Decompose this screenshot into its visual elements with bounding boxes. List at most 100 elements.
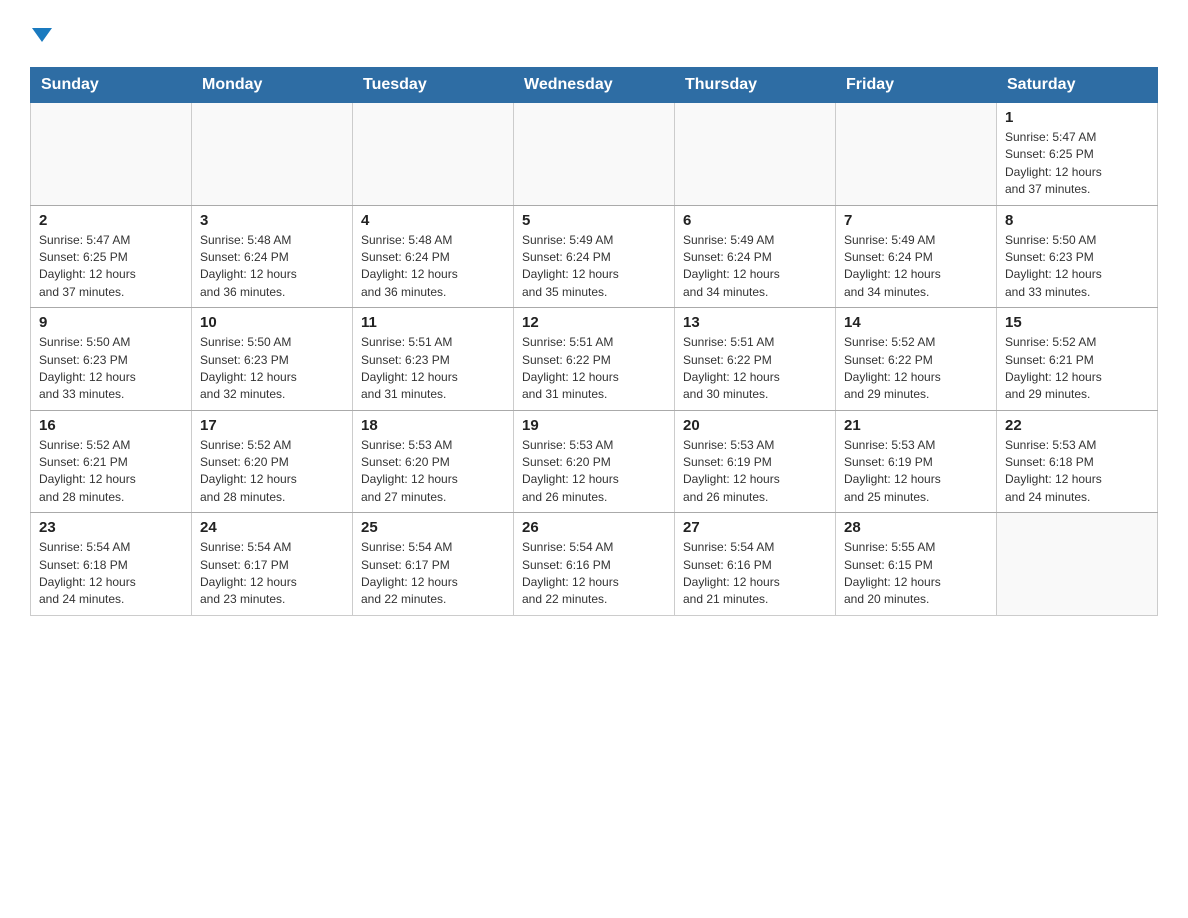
calendar-cell: 9 Sunrise: 5:50 AM Sunset: 6:23 PM Daylig… <box>31 308 192 411</box>
calendar-cell: 4 Sunrise: 5:48 AM Sunset: 6:24 PM Daylig… <box>353 205 514 308</box>
calendar-cell <box>675 103 836 206</box>
calendar-week-1: 1Sunrise: 5:47 AM Sunset: 6:25 PM Daylig… <box>31 103 1158 206</box>
day-info: Sunrise: 5:53 AM Sunset: 6:18 PM Dayligh… <box>1005 437 1149 507</box>
day-number: 17 <box>200 417 344 434</box>
calendar-cell: 20Sunrise: 5:53 AM Sunset: 6:19 PM Dayli… <box>675 410 836 513</box>
day-number: 21 <box>844 417 988 434</box>
day-info: Sunrise: 5:49 AM Sunset: 6:24 PM Dayligh… <box>844 232 988 302</box>
weekday-header-row: SundayMondayTuesdayWednesdayThursdayFrid… <box>31 68 1158 103</box>
day-number: 4 <box>361 212 505 229</box>
calendar-cell <box>514 103 675 206</box>
calendar-week-4: 16 Sunrise: 5:52 AM Sunset: 6:21 PM Dayli… <box>31 410 1158 513</box>
day-number: 25 <box>361 519 505 536</box>
day-info: Sunrise: 5:53 AM Sunset: 6:20 PM Dayligh… <box>522 437 666 507</box>
calendar-cell: 13 Sunrise: 5:51 AM Sunset: 6:22 PM Dayli… <box>675 308 836 411</box>
calendar-cell: 24 Sunrise: 5:54 AM Sunset: 6:17 PM Dayli… <box>192 513 353 616</box>
day-info: Sunrise: 5:54 AM Sunset: 6:16 PM Dayligh… <box>683 539 827 609</box>
day-number: 27 <box>683 519 827 536</box>
day-number: 20 <box>683 417 827 434</box>
calendar-cell: 14 Sunrise: 5:52 AM Sunset: 6:22 PM Dayli… <box>836 308 997 411</box>
calendar-cell <box>353 103 514 206</box>
day-info: Sunrise: 5:52 AM Sunset: 6:21 PM Dayligh… <box>39 437 183 507</box>
calendar-week-3: 9 Sunrise: 5:50 AM Sunset: 6:23 PM Daylig… <box>31 308 1158 411</box>
calendar-cell: 12Sunrise: 5:51 AM Sunset: 6:22 PM Dayli… <box>514 308 675 411</box>
day-info: Sunrise: 5:54 AM Sunset: 6:17 PM Dayligh… <box>200 539 344 609</box>
calendar-week-5: 23Sunrise: 5:54 AM Sunset: 6:18 PM Dayli… <box>31 513 1158 616</box>
calendar-cell: 6 Sunrise: 5:49 AM Sunset: 6:24 PM Daylig… <box>675 205 836 308</box>
calendar-cell: 25 Sunrise: 5:54 AM Sunset: 6:17 PM Dayli… <box>353 513 514 616</box>
day-info: Sunrise: 5:49 AM Sunset: 6:24 PM Dayligh… <box>683 232 827 302</box>
calendar-cell: 8 Sunrise: 5:50 AM Sunset: 6:23 PM Daylig… <box>997 205 1158 308</box>
calendar-cell: 3 Sunrise: 5:48 AM Sunset: 6:24 PM Daylig… <box>192 205 353 308</box>
calendar-cell: 5 Sunrise: 5:49 AM Sunset: 6:24 PM Daylig… <box>514 205 675 308</box>
calendar-cell: 28Sunrise: 5:55 AM Sunset: 6:15 PM Dayli… <box>836 513 997 616</box>
day-info: Sunrise: 5:48 AM Sunset: 6:24 PM Dayligh… <box>361 232 505 302</box>
calendar-cell <box>836 103 997 206</box>
day-number: 3 <box>200 212 344 229</box>
day-info: Sunrise: 5:52 AM Sunset: 6:21 PM Dayligh… <box>1005 334 1149 404</box>
day-info: Sunrise: 5:50 AM Sunset: 6:23 PM Dayligh… <box>200 334 344 404</box>
day-number: 7 <box>844 212 988 229</box>
calendar-cell: 26 Sunrise: 5:54 AM Sunset: 6:16 PM Dayli… <box>514 513 675 616</box>
calendar-cell: 27 Sunrise: 5:54 AM Sunset: 6:16 PM Dayli… <box>675 513 836 616</box>
day-info: Sunrise: 5:53 AM Sunset: 6:20 PM Dayligh… <box>361 437 505 507</box>
day-number: 11 <box>361 314 505 331</box>
day-info: Sunrise: 5:54 AM Sunset: 6:17 PM Dayligh… <box>361 539 505 609</box>
day-number: 19 <box>522 417 666 434</box>
calendar-cell: 16 Sunrise: 5:52 AM Sunset: 6:21 PM Dayli… <box>31 410 192 513</box>
weekday-header-friday: Friday <box>836 68 997 103</box>
day-info: Sunrise: 5:55 AM Sunset: 6:15 PM Dayligh… <box>844 539 988 609</box>
calendar-week-2: 2 Sunrise: 5:47 AM Sunset: 6:25 PM Daylig… <box>31 205 1158 308</box>
calendar-cell: 11 Sunrise: 5:51 AM Sunset: 6:23 PM Dayli… <box>353 308 514 411</box>
calendar-cell: 22 Sunrise: 5:53 AM Sunset: 6:18 PM Dayli… <box>997 410 1158 513</box>
day-number: 22 <box>1005 417 1149 434</box>
calendar-cell: 15 Sunrise: 5:52 AM Sunset: 6:21 PM Dayli… <box>997 308 1158 411</box>
page-header <box>30 20 1158 47</box>
day-number: 15 <box>1005 314 1149 331</box>
day-number: 2 <box>39 212 183 229</box>
calendar-cell: 7 Sunrise: 5:49 AM Sunset: 6:24 PM Daylig… <box>836 205 997 308</box>
calendar-cell: 2 Sunrise: 5:47 AM Sunset: 6:25 PM Daylig… <box>31 205 192 308</box>
weekday-header-tuesday: Tuesday <box>353 68 514 103</box>
day-number: 13 <box>683 314 827 331</box>
day-info: Sunrise: 5:50 AM Sunset: 6:23 PM Dayligh… <box>39 334 183 404</box>
logo-triangle-icon <box>32 28 52 42</box>
logo-top-row <box>30 20 52 47</box>
weekday-header-monday: Monday <box>192 68 353 103</box>
day-info: Sunrise: 5:52 AM Sunset: 6:22 PM Dayligh… <box>844 334 988 404</box>
day-number: 10 <box>200 314 344 331</box>
day-info: Sunrise: 5:51 AM Sunset: 6:22 PM Dayligh… <box>522 334 666 404</box>
weekday-header-wednesday: Wednesday <box>514 68 675 103</box>
day-number: 16 <box>39 417 183 434</box>
day-info: Sunrise: 5:51 AM Sunset: 6:23 PM Dayligh… <box>361 334 505 404</box>
calendar-cell: 21Sunrise: 5:53 AM Sunset: 6:19 PM Dayli… <box>836 410 997 513</box>
day-number: 5 <box>522 212 666 229</box>
day-info: Sunrise: 5:47 AM Sunset: 6:25 PM Dayligh… <box>1005 129 1149 199</box>
day-number: 24 <box>200 519 344 536</box>
calendar-cell: 1Sunrise: 5:47 AM Sunset: 6:25 PM Daylig… <box>997 103 1158 206</box>
logo <box>30 20 52 47</box>
day-number: 6 <box>683 212 827 229</box>
day-number: 8 <box>1005 212 1149 229</box>
weekday-header-sunday: Sunday <box>31 68 192 103</box>
day-info: Sunrise: 5:51 AM Sunset: 6:22 PM Dayligh… <box>683 334 827 404</box>
day-number: 14 <box>844 314 988 331</box>
day-number: 9 <box>39 314 183 331</box>
day-info: Sunrise: 5:49 AM Sunset: 6:24 PM Dayligh… <box>522 232 666 302</box>
day-info: Sunrise: 5:54 AM Sunset: 6:16 PM Dayligh… <box>522 539 666 609</box>
weekday-header-saturday: Saturday <box>997 68 1158 103</box>
weekday-header-thursday: Thursday <box>675 68 836 103</box>
calendar-table: SundayMondayTuesdayWednesdayThursdayFrid… <box>30 67 1158 616</box>
calendar-cell <box>997 513 1158 616</box>
day-number: 23 <box>39 519 183 536</box>
day-number: 26 <box>522 519 666 536</box>
day-info: Sunrise: 5:47 AM Sunset: 6:25 PM Dayligh… <box>39 232 183 302</box>
calendar-cell <box>31 103 192 206</box>
day-info: Sunrise: 5:50 AM Sunset: 6:23 PM Dayligh… <box>1005 232 1149 302</box>
calendar-cell <box>192 103 353 206</box>
day-number: 18 <box>361 417 505 434</box>
calendar-cell: 18 Sunrise: 5:53 AM Sunset: 6:20 PM Dayli… <box>353 410 514 513</box>
calendar-cell: 10 Sunrise: 5:50 AM Sunset: 6:23 PM Dayli… <box>192 308 353 411</box>
day-info: Sunrise: 5:48 AM Sunset: 6:24 PM Dayligh… <box>200 232 344 302</box>
day-info: Sunrise: 5:52 AM Sunset: 6:20 PM Dayligh… <box>200 437 344 507</box>
